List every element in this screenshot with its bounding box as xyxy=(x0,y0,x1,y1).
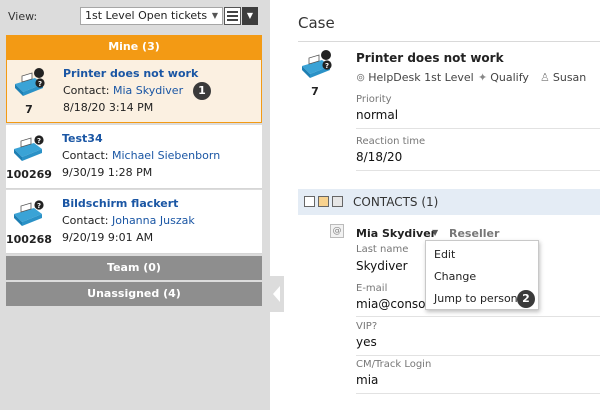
case-owner: ♙ Susan xyxy=(540,71,586,84)
layout-split-icon[interactable] xyxy=(318,196,329,207)
group-mine-header[interactable]: Mine (3) xyxy=(6,35,262,59)
case-status: ✦ Qualify xyxy=(478,71,529,84)
ticket-contact: Contact: Michael Siebenborn xyxy=(62,149,220,162)
contact-context-menu: Edit Change Jump to person 2 xyxy=(425,240,539,310)
contact-link[interactable]: Mia Skydiver xyxy=(113,84,183,97)
ticket-sidebar: View: 1st Level Open tickets ▼ ▼ Mine (3… xyxy=(0,0,270,410)
page-title: Case xyxy=(298,14,335,32)
ticket-number: 7 xyxy=(25,103,33,116)
divider xyxy=(298,41,600,42)
vip-value: yes xyxy=(356,335,377,349)
case-title: Printer does not work xyxy=(356,51,504,65)
printer-ticket-icon: ? xyxy=(15,68,45,96)
printer-ticket-icon: ? xyxy=(14,200,44,226)
layout-single-icon[interactable] xyxy=(304,196,315,207)
queue-icon: ⊚ xyxy=(356,71,366,84)
group-team-header[interactable]: Team (0) xyxy=(6,256,262,280)
queue-label: HelpDesk 1st Level xyxy=(368,71,474,84)
menu-item-jump-to-person[interactable]: Jump to person xyxy=(434,292,518,305)
printer-ticket-icon: ? xyxy=(302,50,332,78)
ticket-item[interactable]: ? 100269 Test34 Contact: Michael Siebenb… xyxy=(6,125,262,189)
ticket-title[interactable]: Bildschirm flackert xyxy=(62,197,178,210)
contact-prefix: Contact: xyxy=(62,214,112,227)
reaction-time-label: Reaction time xyxy=(356,136,426,147)
contact-prefix: Contact: xyxy=(63,84,113,97)
ticket-contact: Contact: Johanna Juszak xyxy=(62,214,195,227)
ticket-number: 100268 xyxy=(6,233,52,246)
case-queue: ⊚ HelpDesk 1st Level xyxy=(356,71,474,84)
divider xyxy=(356,128,600,129)
ticket-title[interactable]: Printer does not work xyxy=(63,67,198,80)
ticket-item[interactable]: ? 100268 Bildschirm flackert Contact: Jo… xyxy=(6,190,262,254)
divider xyxy=(356,170,600,171)
divider xyxy=(356,355,600,356)
svg-text:?: ? xyxy=(38,80,42,88)
view-label: View: xyxy=(8,10,38,23)
contact-link[interactable]: Michael Siebenborn xyxy=(112,149,220,162)
contact-role: Reseller xyxy=(449,227,500,240)
printer-ticket-icon: ? xyxy=(14,135,44,161)
ticket-title[interactable]: Test34 xyxy=(62,132,103,145)
divider xyxy=(356,316,600,317)
menu-item-edit[interactable]: Edit xyxy=(434,248,455,261)
svg-text:?: ? xyxy=(37,137,41,145)
ticket-item[interactable]: ? 7 Printer does not work Contact: Mia S… xyxy=(6,59,262,123)
view-select[interactable]: 1st Level Open tickets ▼ xyxy=(80,7,223,25)
view-options-button[interactable]: ▼ xyxy=(242,7,258,25)
contact-link[interactable]: Johanna Juszak xyxy=(112,214,195,227)
case-panel: Case ? 7 Printer does not work ⊚ HelpDesk… xyxy=(284,0,600,410)
contact-prefix: Contact: xyxy=(62,149,112,162)
vip-label: VIP? xyxy=(356,321,378,332)
contacts-title: CONTACTS (1) xyxy=(353,195,439,209)
email-value: mia@consol xyxy=(356,297,429,311)
group-unassigned-header[interactable]: Unassigned (4) xyxy=(6,282,262,306)
ticket-date: 9/30/19 1:28 PM xyxy=(62,166,153,179)
divider xyxy=(356,393,600,394)
login-label: CM/Track Login xyxy=(356,359,432,370)
menu-item-change[interactable]: Change xyxy=(434,270,476,283)
step-badge: 2 xyxy=(517,290,535,308)
login-value: mia xyxy=(356,373,379,387)
ticket-contact: Contact: Mia Skydiver xyxy=(63,84,183,97)
chevron-down-icon: ▼ xyxy=(211,11,218,20)
status-label: Qualify xyxy=(490,71,529,84)
svg-text:?: ? xyxy=(37,202,41,210)
sidebar-collapse-handle[interactable] xyxy=(270,276,284,312)
lastname-label: Last name xyxy=(356,244,409,255)
case-number: 7 xyxy=(311,85,319,98)
list-view-icon[interactable] xyxy=(224,7,241,25)
lastname-value: Skydiver xyxy=(356,259,408,273)
step-badge: 1 xyxy=(193,82,211,100)
status-icon: ✦ xyxy=(478,71,488,84)
contacts-section-header: CONTACTS (1) xyxy=(298,189,600,215)
contact-name[interactable]: Mia Skydiver xyxy=(356,227,436,240)
priority-label: Priority xyxy=(356,94,392,105)
chevron-down-icon[interactable]: ▼ xyxy=(432,228,438,237)
priority-value: normal xyxy=(356,108,399,122)
ticket-date: 9/20/19 9:01 AM xyxy=(62,231,154,244)
svg-text:?: ? xyxy=(325,62,329,70)
ticket-date: 8/18/20 3:14 PM xyxy=(63,101,154,114)
ticket-number: 100269 xyxy=(6,168,52,181)
owner-label: Susan xyxy=(552,71,587,84)
layout-list-icon[interactable] xyxy=(332,196,343,207)
view-select-value: 1st Level Open tickets xyxy=(85,9,208,22)
email-at-icon: @ xyxy=(330,224,344,238)
person-icon: ♙ xyxy=(540,71,550,84)
reaction-time-value: 8/18/20 xyxy=(356,150,403,164)
email-label: E-mail xyxy=(356,283,388,294)
view-bar: View: 1st Level Open tickets ▼ ▼ xyxy=(0,0,270,34)
